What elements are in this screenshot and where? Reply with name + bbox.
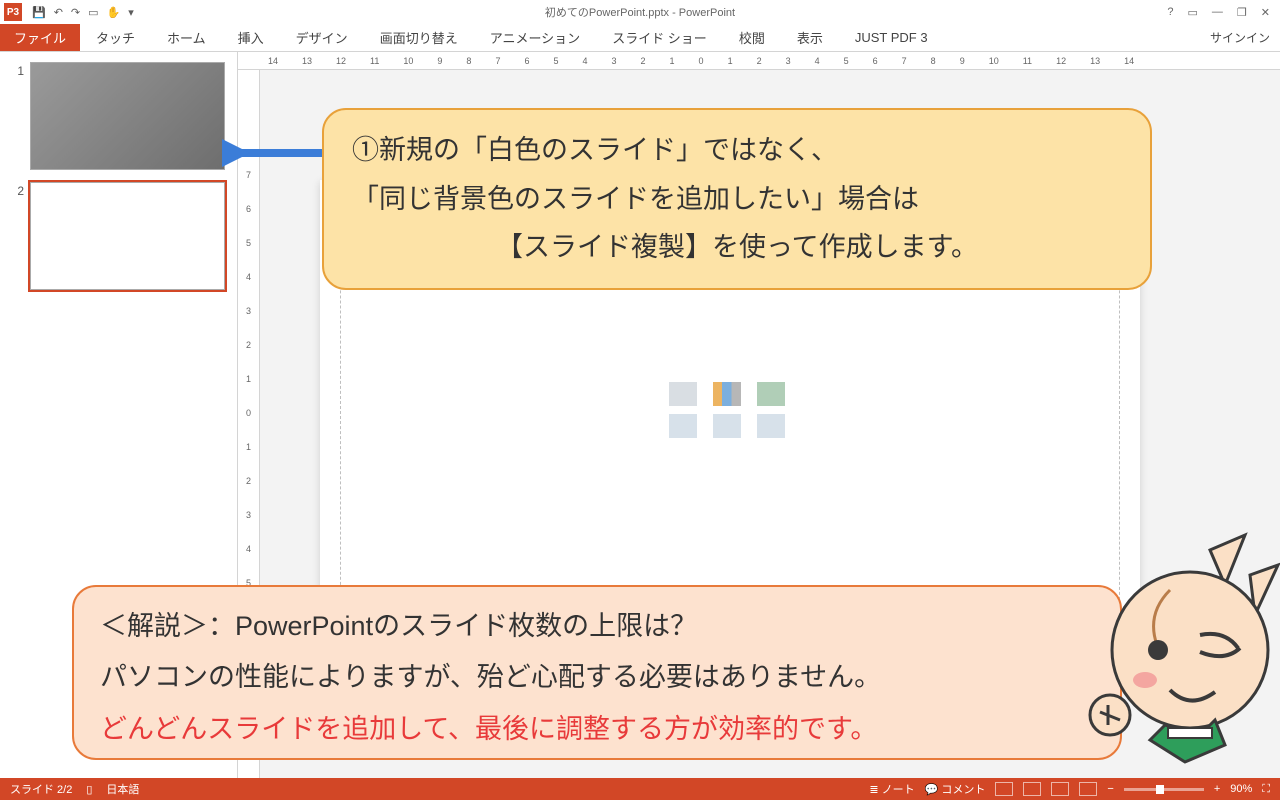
touch-mode-icon[interactable]: ✋	[107, 6, 121, 19]
undo-icon[interactable]: ↶	[54, 6, 63, 19]
insert-smartart-icon[interactable]	[757, 382, 785, 406]
insert-online-picture-icon[interactable]	[713, 414, 741, 438]
tab-home[interactable]: ホーム	[151, 28, 222, 47]
sorter-view-icon[interactable]	[1023, 782, 1041, 796]
minimize-icon[interactable]: —	[1212, 6, 1223, 19]
qat-dropdown-icon[interactable]: ▾	[128, 6, 134, 19]
notes-button[interactable]: ≣ ノート	[869, 781, 914, 797]
zoom-in-button[interactable]: +	[1214, 783, 1220, 795]
fit-slide-icon[interactable]: ⛶	[1262, 783, 1270, 796]
tab-design[interactable]: デザイン	[280, 28, 364, 47]
tab-view[interactable]: 表示	[781, 28, 839, 47]
slide-thumbnail-2[interactable]: 2	[10, 182, 227, 290]
title-bar: P3 💾 ↶ ↷ ▭ ✋ ▾ 初めてのPowerPoint.pptx - Pow…	[0, 0, 1280, 24]
annotation-callout-1: ①新規の「白色のスライド」ではなく、 「同じ背景色のスライドを追加したい」場合は…	[322, 108, 1152, 290]
tab-animations[interactable]: アニメーション	[474, 28, 596, 47]
quick-access-toolbar: 💾 ↶ ↷ ▭ ✋ ▾	[26, 6, 140, 19]
close-icon[interactable]: ✕	[1261, 6, 1270, 19]
insert-chart-icon[interactable]	[713, 382, 741, 406]
ribbon-toggle-icon[interactable]: ▭	[1188, 6, 1198, 19]
tab-justpdf[interactable]: JUST PDF 3	[839, 30, 944, 45]
callout1-line2: 「同じ背景色のスライドを追加したい」場合は	[352, 175, 1122, 224]
thumb-preview	[30, 62, 225, 170]
callout1-line3: 【スライド複製】を使って作成します。	[352, 223, 1122, 272]
status-bar: スライド 2/2 ▯ 日本語 ≣ ノート 💬 コメント − + 90% ⛶	[0, 778, 1280, 800]
slide-thumbnail-1[interactable]: 1	[10, 62, 227, 170]
horizontal-ruler: 141312111098765432101234567891011121314	[238, 52, 1280, 70]
tab-touch[interactable]: タッチ	[80, 28, 151, 47]
callout-arrow-icon	[222, 135, 322, 171]
tab-insert[interactable]: 挿入	[222, 28, 280, 47]
tab-transitions[interactable]: 画面切り替え	[364, 28, 474, 47]
spellcheck-icon[interactable]: ▯	[86, 783, 92, 796]
window-controls: ? ▭ — ❐ ✕	[1167, 6, 1280, 19]
insert-picture-icon[interactable]	[669, 414, 697, 438]
document-title: 初めてのPowerPoint.pptx - PowerPoint	[545, 4, 735, 20]
comments-button[interactable]: 💬 コメント	[925, 781, 986, 797]
help-icon[interactable]: ?	[1167, 6, 1173, 19]
callout2-line1: ＜解説＞：PowerPointのスライド枚数の上限は？	[100, 601, 1094, 652]
reading-view-icon[interactable]	[1051, 782, 1069, 796]
callout2-line3: どんどんスライドを追加して、最後に調整する方が効率的です。	[100, 704, 1094, 755]
tab-file[interactable]: ファイル	[0, 24, 80, 51]
app-icon: P3	[4, 3, 22, 21]
zoom-percent[interactable]: 90%	[1230, 783, 1252, 795]
redo-icon[interactable]: ↷	[71, 6, 80, 19]
tab-review[interactable]: 校閲	[723, 28, 781, 47]
slideshow-view-icon[interactable]	[1079, 782, 1097, 796]
callout1-line1: ①新規の「白色のスライド」ではなく、	[352, 126, 1122, 175]
thumb-preview	[30, 182, 225, 290]
zoom-slider[interactable]	[1124, 788, 1204, 791]
insert-video-icon[interactable]	[757, 414, 785, 438]
thumb-number: 1	[10, 62, 24, 170]
annotation-callout-2: ＜解説＞：PowerPointのスライド枚数の上限は？ パソコンの性能によります…	[72, 585, 1122, 760]
content-icon-grid	[669, 382, 791, 438]
callout2-line2: パソコンの性能によりますが、殆ど心配する必要はありません。	[100, 652, 1094, 703]
signin-link[interactable]: サインイン	[1210, 29, 1280, 46]
ribbon-tabs: ファイル タッチ ホーム 挿入 デザイン 画面切り替え アニメーション スライド…	[0, 24, 1280, 52]
slide-counter: スライド 2/2	[10, 781, 72, 797]
save-icon[interactable]: 💾	[32, 6, 46, 19]
new-slide-icon[interactable]: ▭	[88, 6, 98, 19]
zoom-out-button[interactable]: −	[1107, 783, 1113, 795]
normal-view-icon[interactable]	[995, 782, 1013, 796]
tab-slideshow[interactable]: スライド ショー	[596, 28, 723, 47]
maximize-icon[interactable]: ❐	[1237, 6, 1247, 19]
language-indicator[interactable]: 日本語	[106, 781, 139, 797]
thumb-number: 2	[10, 182, 24, 290]
mascot-character-icon	[1050, 530, 1280, 780]
insert-table-icon[interactable]	[669, 382, 697, 406]
